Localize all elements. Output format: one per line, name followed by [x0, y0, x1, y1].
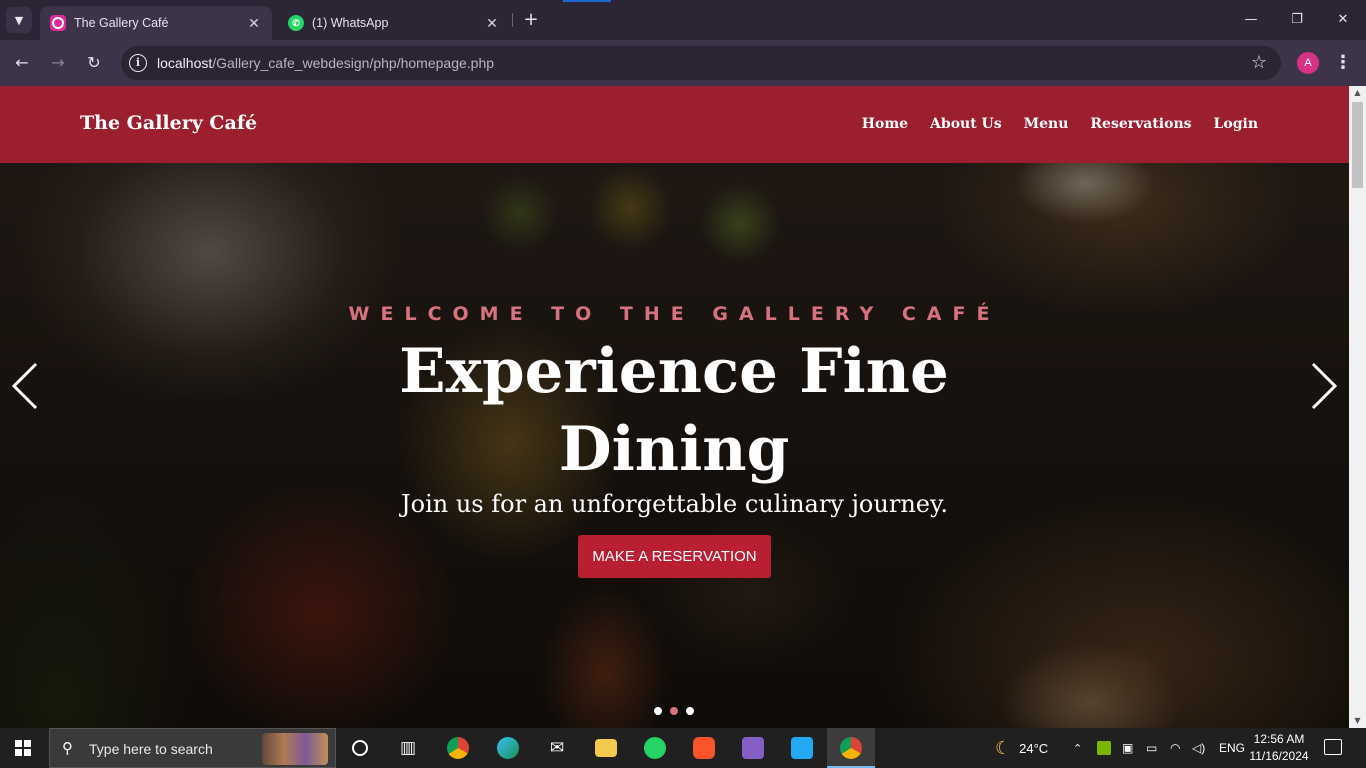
site-nav: Home About Us Menu Reservations Login: [862, 116, 1258, 132]
taskbar-clock[interactable]: 12:56 AM 11/16/2024: [1246, 731, 1312, 765]
visual-studio-icon[interactable]: [739, 734, 767, 762]
whatsapp-favicon-icon: ✆: [288, 15, 304, 31]
nav-reservations[interactable]: Reservations: [1090, 116, 1191, 132]
volume-icon[interactable]: ◁): [1192, 728, 1205, 768]
carousel-dot[interactable]: [686, 707, 694, 715]
minimize-button[interactable]: —: [1228, 8, 1274, 32]
task-view-icon[interactable]: ▥: [394, 734, 422, 762]
weather-moon-icon: ☾: [995, 737, 1012, 758]
wifi-icon[interactable]: ◠: [1170, 728, 1180, 768]
chevron-down-icon: ▼: [14, 13, 24, 27]
back-button[interactable]: ←: [10, 51, 34, 75]
chevron-right-icon: [1311, 362, 1338, 410]
loading-indicator: [563, 0, 611, 2]
carousel-dot[interactable]: [670, 707, 678, 715]
tray-overflow-icon[interactable]: ⌃: [1073, 728, 1082, 768]
site-brand[interactable]: The Gallery Café: [80, 112, 257, 134]
scrollbar-thumb[interactable]: [1352, 102, 1363, 188]
tray-camera-icon[interactable]: ▣: [1122, 728, 1133, 768]
windows-taskbar: ⚲ Type here to search ▥ ✉ ☾ 24°C ⌃ ▣ ▭ ◠…: [0, 728, 1366, 768]
browser-tabstrip: ▼ The Gallery Café ✕ ✆ (1) WhatsApp ✕ + …: [0, 0, 1366, 40]
chrome-icon[interactable]: [444, 734, 472, 762]
battery-icon[interactable]: ▭: [1146, 728, 1157, 768]
weather-temp: 24°C: [1019, 740, 1049, 756]
browser-toolbar: ← → ↻ i localhost/Gallery_cafe_webdesign…: [0, 40, 1366, 86]
search-icon: ⚲: [62, 739, 73, 757]
profile-avatar[interactable]: A: [1297, 52, 1319, 74]
url-text[interactable]: localhost/Gallery_cafe_webdesign/php/hom…: [157, 55, 494, 71]
clock-time: 12:56 AM: [1253, 732, 1305, 746]
scroll-up-icon[interactable]: ▲: [1349, 86, 1366, 100]
hero-carousel: WELCOME TO THE GALLERY CAFÉ Experience F…: [0, 163, 1349, 728]
chrome-profile-icon[interactable]: [837, 734, 865, 762]
notification-center-icon[interactable]: [1324, 739, 1342, 755]
nav-menu[interactable]: Menu: [1024, 116, 1069, 132]
clock-date: 11/16/2024: [1249, 749, 1309, 763]
file-explorer-icon[interactable]: [592, 734, 620, 762]
chevron-left-icon: [11, 362, 38, 410]
carousel-indicators: [654, 707, 694, 715]
forward-button[interactable]: →: [46, 51, 70, 75]
bookmark-star-icon[interactable]: ☆: [1251, 52, 1267, 73]
nav-login[interactable]: Login: [1214, 116, 1258, 132]
cortana-icon[interactable]: [346, 734, 374, 762]
nav-about-us[interactable]: About Us: [930, 116, 1002, 132]
browser-menu-icon[interactable]: ⋮: [1334, 51, 1352, 75]
carousel-next-button[interactable]: [1303, 358, 1343, 414]
tray-nvidia-icon[interactable]: [1097, 728, 1111, 768]
mail-icon[interactable]: ✉: [543, 734, 571, 762]
address-bar[interactable]: i localhost/Gallery_cafe_webdesign/php/h…: [121, 46, 1281, 80]
restore-button[interactable]: ❐: [1274, 8, 1320, 32]
tab-separator: [512, 13, 513, 27]
close-icon[interactable]: ✕: [484, 15, 500, 32]
search-highlight-image: [262, 733, 328, 765]
edge-icon[interactable]: [494, 734, 522, 762]
tab-title: (1) WhatsApp: [312, 16, 389, 30]
make-reservation-button[interactable]: MAKE A RESERVATION: [578, 535, 771, 578]
scroll-down-icon[interactable]: ▼: [1349, 714, 1366, 728]
tab-whatsapp[interactable]: ✆ (1) WhatsApp ✕: [278, 6, 510, 40]
page-viewport: The Gallery Café Home About Us Menu Rese…: [0, 86, 1349, 728]
site-header: The Gallery Café Home About Us Menu Rese…: [0, 86, 1349, 163]
taskbar-search-placeholder: Type here to search: [89, 741, 213, 757]
weather-widget[interactable]: ☾ 24°C: [995, 728, 1048, 768]
brave-icon[interactable]: [690, 734, 718, 762]
whatsapp-icon[interactable]: [641, 734, 669, 762]
hero-headline: Experience Fine Dining: [399, 336, 949, 485]
carousel-dot[interactable]: [654, 707, 662, 715]
hero-subline: Join us for an unforgettable culinary jo…: [401, 490, 948, 518]
windows-start-icon[interactable]: [15, 740, 31, 756]
tab-search-button[interactable]: ▼: [6, 7, 32, 33]
carousel-prev-button[interactable]: [6, 358, 46, 414]
hero-eyebrow: WELCOME TO THE GALLERY CAFÉ: [348, 303, 1001, 325]
gallery-favicon-icon: [50, 15, 66, 31]
new-tab-button[interactable]: +: [520, 9, 542, 31]
page-scrollbar[interactable]: ▲ ▼: [1349, 86, 1366, 728]
tab-gallery-cafe[interactable]: The Gallery Café ✕: [40, 6, 272, 40]
language-indicator[interactable]: ENG: [1219, 728, 1245, 768]
site-info-icon[interactable]: i: [129, 54, 147, 72]
nav-home[interactable]: Home: [862, 116, 908, 132]
close-window-button[interactable]: ✕: [1320, 8, 1366, 32]
vscode-icon[interactable]: [788, 734, 816, 762]
taskbar-search-box[interactable]: ⚲ Type here to search: [49, 728, 336, 768]
reload-button[interactable]: ↻: [82, 51, 106, 75]
close-icon[interactable]: ✕: [246, 15, 262, 32]
tab-title: The Gallery Café: [74, 16, 169, 30]
